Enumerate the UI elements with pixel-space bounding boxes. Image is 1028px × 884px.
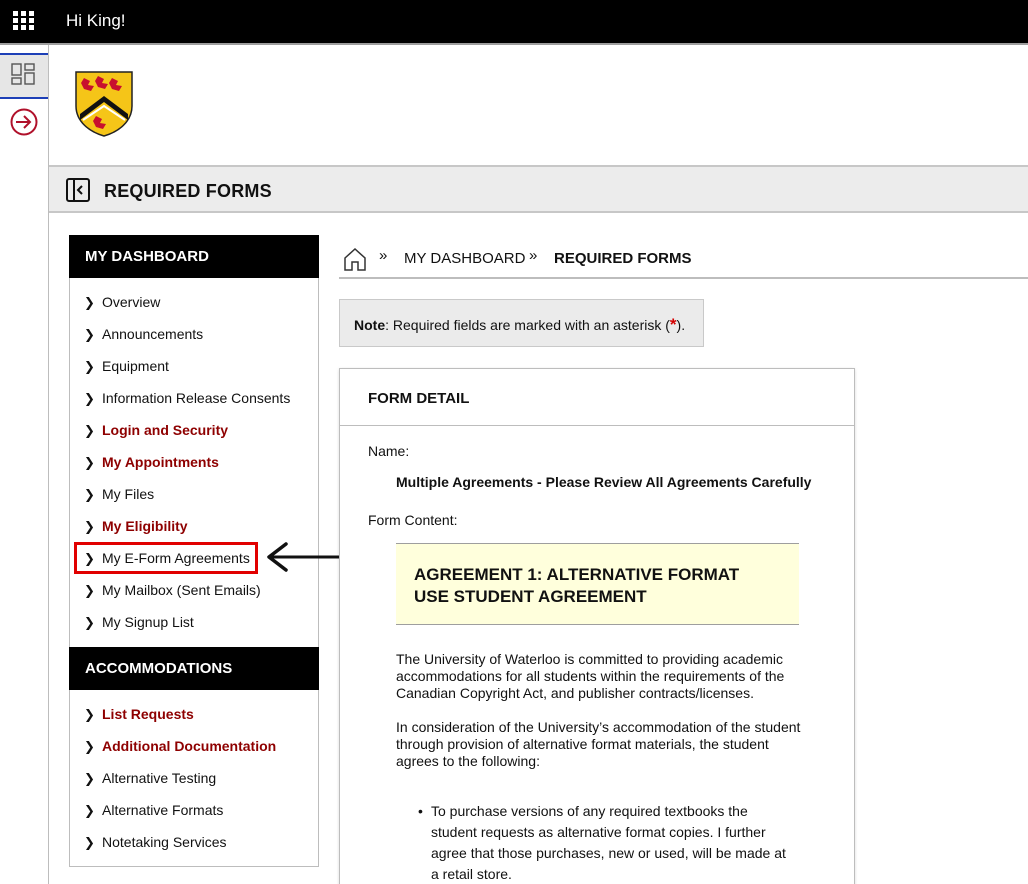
chevron-right-icon: ❯ (84, 487, 95, 502)
required-asterisk: * (669, 315, 677, 334)
sidebar-item-my-mailbox[interactable]: ❯ My Mailbox (Sent Emails) (84, 579, 261, 601)
app-grid-icon[interactable] (13, 11, 35, 31)
page-header: REQUIRED FORMS (49, 165, 1028, 213)
logout-rail-button[interactable] (9, 107, 39, 137)
chevron-right-icon: ❯ (84, 359, 95, 374)
breadcrumb-my-dashboard[interactable]: MY DASHBOARD (404, 250, 525, 267)
user-greeting: Hi King! (66, 11, 126, 30)
sidebar-item-overview[interactable]: ❯ Overview (84, 291, 160, 313)
sidebar-item-alternative-formats[interactable]: ❯ Alternative Formats (84, 799, 223, 821)
sidebar-item-equipment[interactable]: ❯ Equipment (84, 355, 169, 377)
sidebar-item-my-signup-list[interactable]: ❯ My Signup List (84, 611, 194, 633)
top-bar: Hi King! (0, 0, 1028, 43)
chevron-right-icon: ❯ (84, 835, 95, 850)
highlight-annotation-box (74, 542, 258, 574)
left-rail (0, 45, 49, 884)
university-crest-logo (74, 70, 134, 138)
sidebar-item-my-eligibility[interactable]: ❯ My Eligibility (84, 515, 188, 537)
topbar-divider (0, 43, 1028, 45)
chevron-right-icon: ❯ (84, 803, 95, 818)
chevron-right-icon: ❯ (84, 519, 95, 534)
chevron-right-icon: ❯ (84, 583, 95, 598)
home-icon[interactable] (343, 247, 367, 271)
agreement-paragraph-1: The University of Waterloo is committed … (396, 651, 785, 701)
sidebar-item-login-and-security[interactable]: ❯ Login and Security (84, 419, 228, 441)
chevron-right-icon: ❯ (84, 615, 95, 630)
sidebar-item-my-appointments[interactable]: ❯ My Appointments (84, 451, 219, 473)
collapse-sidebar-icon (66, 178, 90, 202)
sidebar-item-my-files[interactable]: ❯ My Files (84, 483, 154, 505)
bullet-dot-icon: • (418, 803, 423, 819)
form-detail-panel: FORM DETAIL Name: Multiple Agreements - … (339, 368, 855, 884)
chevron-right-icon: ❯ (84, 739, 95, 754)
chevron-right-icon: ❯ (84, 707, 95, 722)
sidebar-section-accommodations: ACCOMMODATIONS (69, 647, 319, 690)
agreement-title-box: AGREEMENT 1: ALTERNATIVE FORMAT USE STUD… (396, 543, 799, 625)
agreement-bullet-1: To purchase versions of any required tex… (431, 803, 786, 882)
chevron-right-icon: ❯ (84, 423, 95, 438)
breadcrumb: » MY DASHBOARD » REQUIRED FORMS (339, 242, 1028, 279)
chevron-right-icon: ❯ (84, 295, 95, 310)
note-text: : Required fields are marked with an ast… (385, 317, 670, 333)
sidebar-toggle-button[interactable] (66, 178, 90, 202)
note-label: Note (354, 317, 386, 333)
agreement-title: AGREEMENT 1: ALTERNATIVE FORMAT USE STUD… (414, 565, 740, 606)
breadcrumb-required-forms: REQUIRED FORMS (554, 250, 692, 267)
sign-out-icon (10, 108, 38, 136)
agreement-paragraph-2: In consideration of the University’s acc… (396, 719, 801, 769)
required-fields-note: Note: Required fields are marked with an… (339, 299, 704, 347)
dashboard-rail-button[interactable] (0, 53, 48, 99)
form-detail-header: FORM DETAIL (340, 369, 854, 426)
page-title: REQUIRED FORMS (104, 181, 272, 201)
breadcrumb-separator: » (529, 247, 538, 264)
chevron-right-icon: ❯ (84, 327, 95, 342)
form-detail-title: FORM DETAIL (368, 390, 470, 407)
form-content-label: Form Content: (368, 512, 458, 528)
sidebar-item-additional-documentation[interactable]: ❯ Additional Documentation (84, 735, 276, 757)
sidebar-item-information-release-consents[interactable]: ❯ Information Release Consents (84, 387, 290, 409)
dashboard-icon (11, 63, 35, 85)
sidebar-section-dashboard: MY DASHBOARD (69, 235, 319, 278)
sidebar-item-list-requests[interactable]: ❯ List Requests (84, 703, 194, 725)
chevron-right-icon: ❯ (84, 391, 95, 406)
sidebar-item-alternative-testing[interactable]: ❯ Alternative Testing (84, 767, 216, 789)
form-name-label: Name: (368, 443, 410, 459)
note-end: ). (676, 317, 686, 333)
chevron-right-icon: ❯ (84, 771, 95, 786)
chevron-right-icon: ❯ (84, 455, 95, 470)
sidebar-item-announcements[interactable]: ❯ Announcements (84, 323, 203, 345)
form-name-value: Multiple Agreements - Please Review All … (396, 474, 812, 490)
sidebar-item-notetaking-services[interactable]: ❯ Notetaking Services (84, 831, 227, 853)
breadcrumb-separator: » (379, 247, 388, 264)
